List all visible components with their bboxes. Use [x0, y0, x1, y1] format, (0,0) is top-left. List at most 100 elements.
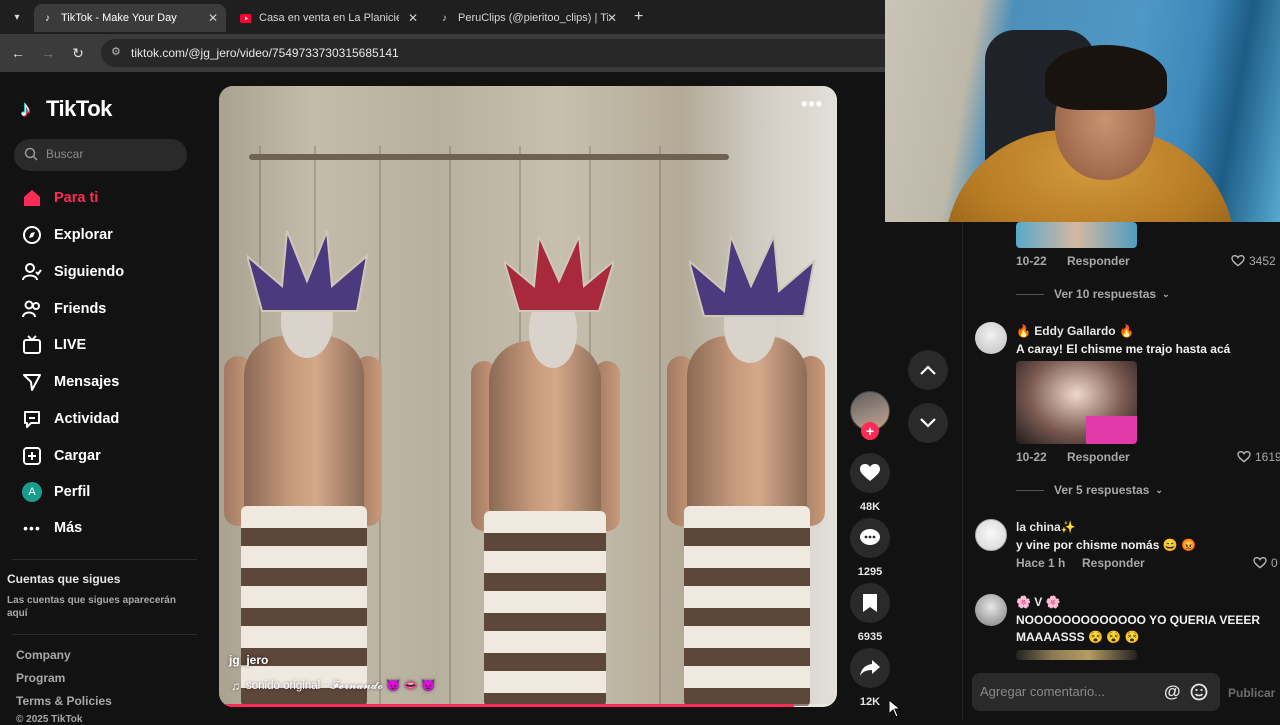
- new-tab-button[interactable]: +: [634, 8, 643, 26]
- profile-avatar: A: [22, 482, 42, 502]
- back-button[interactable]: ←: [9, 44, 27, 62]
- browser-tab-tiktok[interactable]: ♪ TikTok - Make Your Day ✕: [34, 4, 226, 32]
- comment-like[interactable]: 0: [1253, 556, 1278, 570]
- nav-label: Actividad: [54, 411, 120, 427]
- next-video-button[interactable]: [908, 403, 948, 443]
- comment-avatar[interactable]: [975, 322, 1007, 354]
- search-input[interactable]: Buscar: [14, 139, 187, 171]
- footer-terms-link[interactable]: Terms & Policies: [16, 694, 112, 708]
- tiktok-icon: ♪: [45, 12, 50, 24]
- comment-text: NOOOOOOOOOOOOO YO QUERIA VEEER: [1016, 613, 1261, 627]
- footer-program-link[interactable]: Program: [16, 671, 65, 685]
- site-info-icon[interactable]: ⚙: [111, 45, 121, 58]
- mention-icon[interactable]: @: [1164, 682, 1181, 702]
- nav-label: Friends: [54, 301, 107, 317]
- divider: [12, 634, 197, 635]
- home-icon: [22, 188, 42, 208]
- comment-author[interactable]: la china✨: [1016, 520, 1076, 534]
- bookmark-icon[interactable]: [850, 583, 890, 623]
- following-title: Cuentas que sigues: [7, 572, 121, 586]
- nav-label: LIVE: [54, 337, 87, 353]
- friends-icon: [22, 299, 42, 319]
- tiktok-logo[interactable]: ♪ TikTok: [20, 96, 112, 122]
- heart-icon[interactable]: [850, 453, 890, 493]
- reload-button[interactable]: ↻: [69, 44, 87, 62]
- chevron-down-icon: ⌄: [1162, 288, 1170, 299]
- nav-label: Para ti: [54, 190, 99, 206]
- comment-author[interactable]: 🔥 Eddy Gallardo 🔥: [1016, 324, 1134, 338]
- video-sound[interactable]: ♫ sonido original - 𝓕𝓮𝓻𝓷𝓪𝓷𝓭𝓸 😈 👄 👿: [231, 678, 436, 693]
- footer-company-link[interactable]: Company: [16, 648, 71, 662]
- logo-text: TikTok: [46, 96, 112, 121]
- comment-image[interactable]: [1016, 222, 1137, 248]
- webcam-person-hair: [1045, 45, 1167, 110]
- like-action[interactable]: 48K: [850, 453, 890, 513]
- comment-image[interactable]: [1016, 650, 1137, 660]
- video-player[interactable]: ••• jg_jero ♫ sonido original - 𝓕𝓮𝓻𝓷𝓪𝓷𝓭𝓸…: [219, 86, 837, 707]
- nav-mensajes[interactable]: Mensajes: [22, 369, 119, 395]
- url-bar[interactable]: ⚙ tiktok.com/@jg_jero/video/754973373031…: [101, 39, 901, 67]
- curtain-fold: [449, 146, 451, 706]
- reply-button[interactable]: Responder: [1067, 450, 1130, 464]
- video-author[interactable]: jg_jero: [229, 653, 268, 667]
- forward-button[interactable]: →: [39, 44, 57, 62]
- comment-like[interactable]: 3452: [1231, 254, 1276, 268]
- jester-crown: [504, 236, 614, 312]
- nav-perfil[interactable]: A Perfil: [22, 479, 90, 505]
- torso: [244, 336, 364, 526]
- nav-explorar[interactable]: Explorar: [22, 222, 113, 248]
- browser-tab-peruclips[interactable]: ♪ PeruClips (@pieritoo_clips) | Tik ✕: [431, 4, 625, 32]
- nav-live[interactable]: LIVE: [22, 332, 86, 358]
- nav-para-ti[interactable]: Para ti: [22, 185, 98, 211]
- close-tab-icon[interactable]: ✕: [607, 11, 617, 25]
- follow-plus-button[interactable]: +: [861, 422, 879, 440]
- nav-siguiendo[interactable]: Siguiendo: [22, 259, 124, 285]
- activity-icon: [22, 409, 42, 429]
- youtube-icon: [240, 13, 251, 24]
- close-tab-icon[interactable]: ✕: [408, 11, 418, 25]
- comment-text-line2: MAAAASSS 😵 😵 😵: [1016, 630, 1140, 644]
- video-progress-bar[interactable]: [219, 704, 837, 707]
- messages-icon: [22, 372, 42, 392]
- emoji-icon[interactable]: [1190, 683, 1208, 701]
- comment-like[interactable]: 1619: [1237, 450, 1280, 464]
- comment-date: 10-22: [1016, 450, 1047, 464]
- comment-author[interactable]: 🌸 V 🌸: [1016, 595, 1061, 609]
- like-count: 48K: [859, 501, 881, 513]
- like-count: 3452: [1249, 254, 1276, 268]
- save-action[interactable]: 6935: [850, 583, 890, 643]
- more-options-icon[interactable]: •••: [801, 94, 823, 115]
- view-replies-button[interactable]: Ver 5 respuestas ⌄: [1016, 483, 1163, 497]
- share-icon[interactable]: [850, 648, 890, 688]
- nav-label: Mensajes: [54, 374, 120, 390]
- comment-input[interactable]: Agregar comentario... @: [972, 673, 1220, 711]
- comment-action[interactable]: 1295: [850, 518, 890, 578]
- nav-mas[interactable]: ••• Más: [22, 515, 82, 541]
- tab-search-dropdown[interactable]: ▾: [8, 9, 26, 27]
- towel: [484, 511, 606, 707]
- jester-crown: [247, 230, 369, 312]
- webcam-overlay: [885, 0, 1280, 222]
- browser-tab-youtube[interactable]: Casa en venta en La Planicie, La ✕: [232, 4, 426, 32]
- nav-actividad[interactable]: Actividad: [22, 406, 119, 432]
- comment-avatar[interactable]: [975, 594, 1007, 626]
- reply-button[interactable]: Responder: [1082, 556, 1145, 570]
- profile-avatar-letter: A: [22, 482, 42, 502]
- search-icon: [24, 147, 38, 161]
- view-replies-button[interactable]: Ver 10 respuestas ⌄: [1016, 287, 1170, 301]
- browser-toolbar: ← → ↻ ⚙ tiktok.com/@jg_jero/video/754973…: [0, 34, 901, 72]
- nav-cargar[interactable]: Cargar: [22, 443, 101, 469]
- comment-avatar[interactable]: [975, 519, 1007, 551]
- share-action[interactable]: 12K: [850, 648, 890, 708]
- save-count: 6935: [857, 631, 883, 643]
- tiktok-icon: ♪: [442, 12, 447, 24]
- heart-outline-icon: [1231, 255, 1245, 267]
- nav-friends[interactable]: Friends: [22, 296, 106, 322]
- previous-video-button[interactable]: [908, 350, 948, 390]
- comment-count: 1295: [857, 566, 883, 578]
- close-tab-icon[interactable]: ✕: [208, 11, 218, 25]
- comment-image[interactable]: [1016, 361, 1137, 444]
- publish-button[interactable]: Publicar: [1228, 686, 1275, 700]
- reply-button[interactable]: Responder: [1067, 254, 1130, 268]
- comment-icon[interactable]: [850, 518, 890, 558]
